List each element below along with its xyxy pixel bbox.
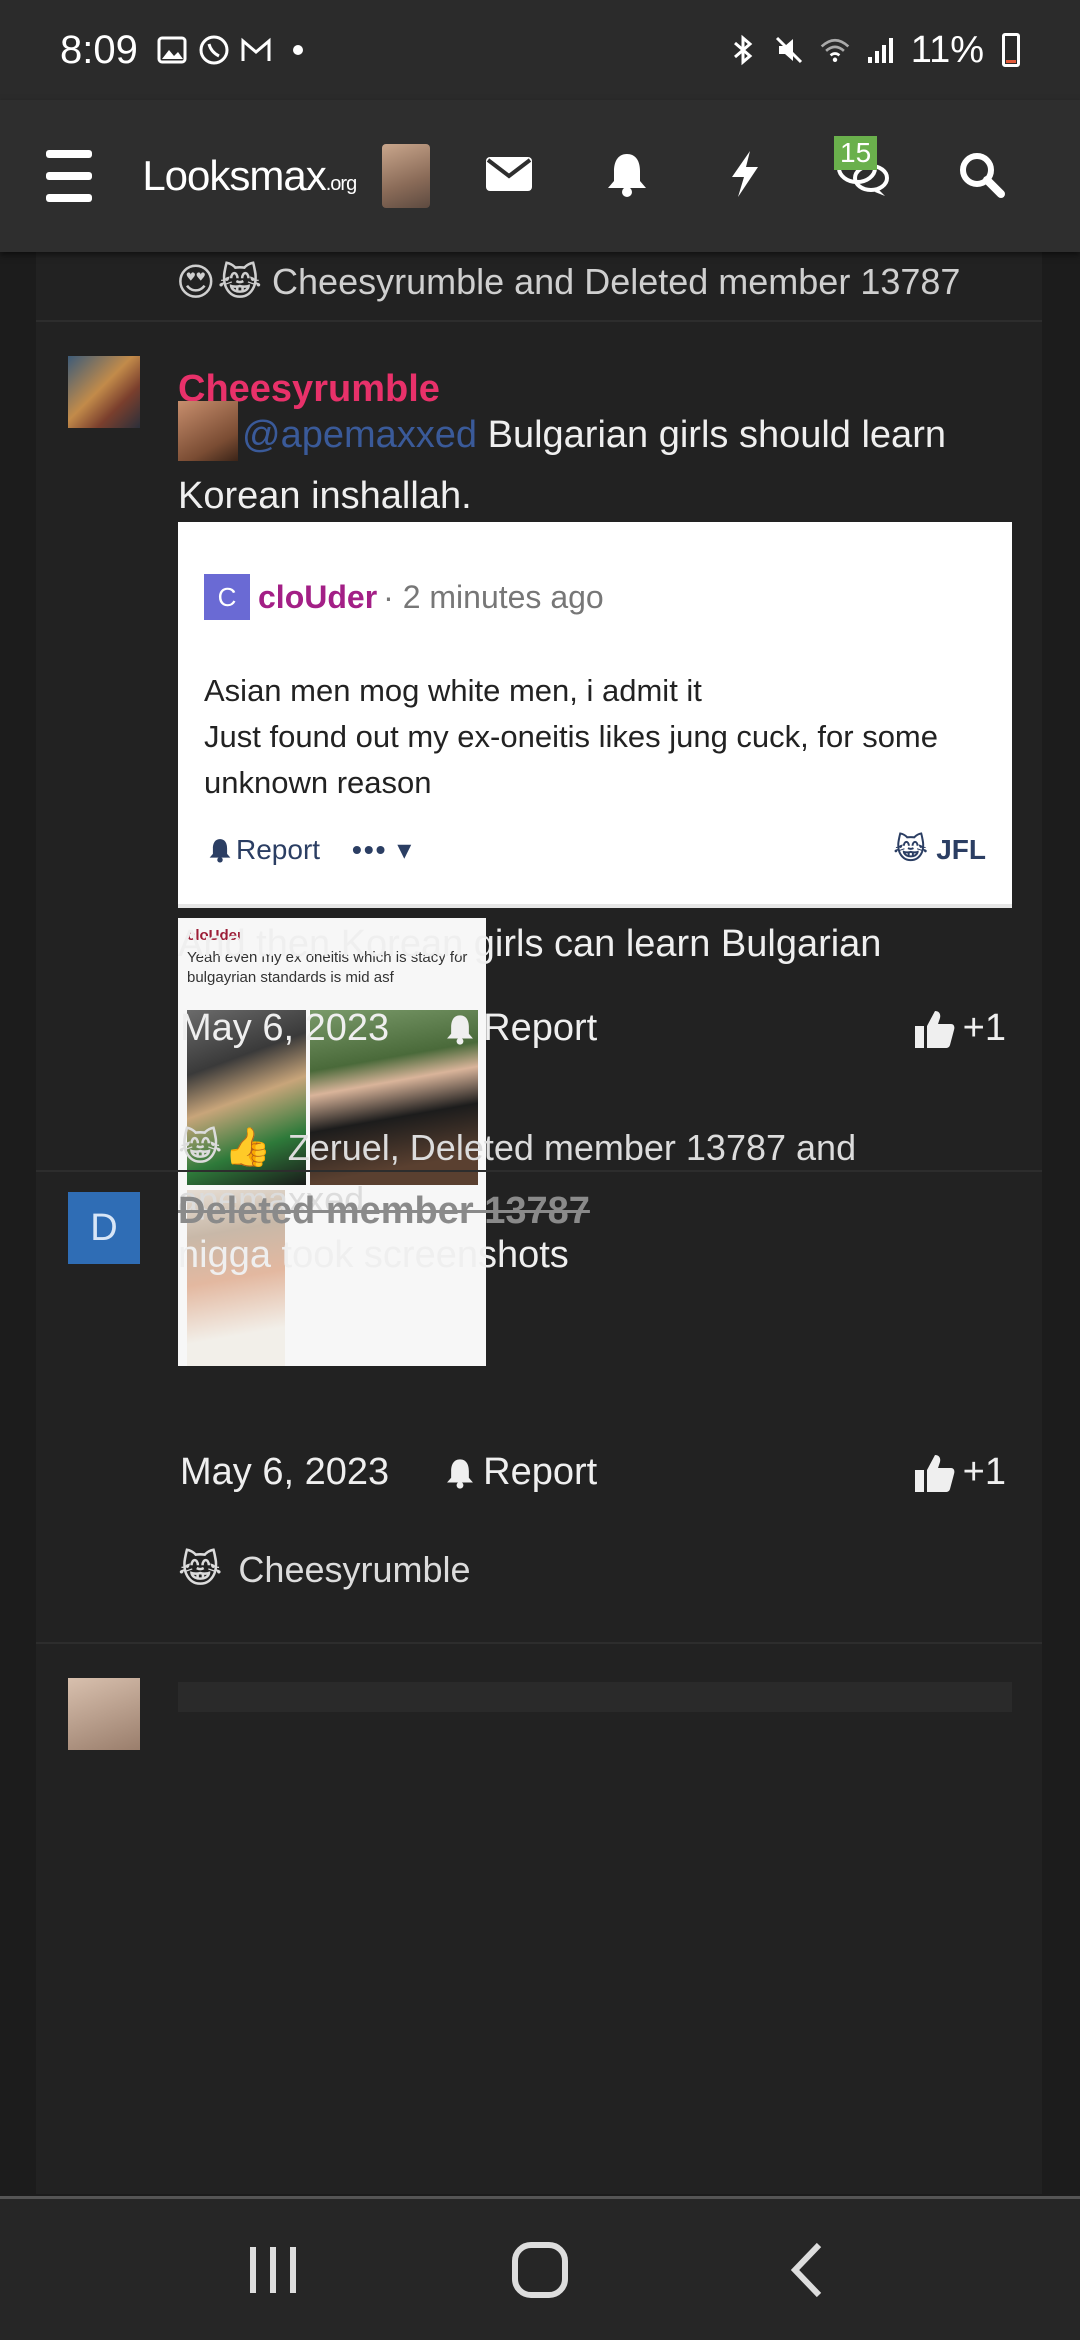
bell-icon [447,1014,474,1045]
next-post-quote [178,1682,1012,1712]
home-button[interactable] [480,2220,600,2320]
search-icon [957,150,1005,203]
site-logo[interactable]: Looksmax.org [142,152,357,200]
avatar[interactable] [68,1678,140,1750]
app-header: Looksmax.org 15 [0,100,1080,252]
like-button[interactable]: +1 [913,1451,1006,1494]
embed-avatar[interactable]: C [204,574,250,620]
notification-dot-icon [282,34,314,66]
avatar[interactable]: D [68,1192,140,1264]
inbox-button[interactable] [450,126,568,226]
post-reactions[interactable]: 😹 Cheesyrumble [178,1544,1042,1596]
system-nav-bar [0,2196,1080,2340]
embed-username[interactable]: cloUder [258,579,377,616]
post-date[interactable]: May 6, 2023 [180,1007,389,1050]
recent-apps-icon [250,2246,297,2293]
phone-chat-icon [198,34,230,66]
conversations-badge: 15 [834,136,878,170]
post-message: nigga took screenshots [178,1234,569,1276]
whats-new-button[interactable] [686,126,804,226]
bell-icon [209,838,231,863]
hamburger-menu-icon[interactable] [46,150,93,202]
report-link[interactable]: Report [445,1007,597,1050]
search-button[interactable] [922,126,1040,226]
recent-apps-button[interactable] [213,2220,333,2320]
bell-icon [605,151,649,202]
thumbs-up-icon [914,1010,955,1048]
post-meta: May 6, 2023 Report +1 [180,1007,1006,1050]
crying-laughing-emoji-icon: 😹 [178,1549,223,1591]
bluetooth-icon [727,34,759,66]
conversations-button[interactable]: 15 [804,126,922,226]
post-meta: May 6, 2023 Report +1 [180,1451,1006,1494]
battery-icon [1002,33,1020,67]
alerts-button[interactable] [568,126,686,226]
mute-icon [773,34,805,66]
thread-content: 😍 😹 Cheesyrumble and Deleted member 1378… [36,252,1042,2194]
embed-more-menu[interactable]: ••• ▾ [352,833,413,866]
crying-laughing-emoji-icon: 😹 [217,261,263,304]
back-button[interactable] [747,2220,867,2320]
like-button[interactable]: +1 [913,1007,1006,1050]
bell-icon [447,1458,474,1489]
back-chevron-icon [790,2242,821,2297]
home-icon [511,2241,568,2298]
gallery-icon [156,34,188,66]
avatar[interactable] [68,356,140,428]
embed-reaction[interactable]: 😹 JFL [893,832,986,867]
user-avatar[interactable] [382,144,430,208]
battery-percent: 11% [910,28,984,71]
post-message-continued: And then Korean girls can learn Bulgaria… [178,923,882,965]
post-date[interactable]: May 6, 2023 [180,1451,389,1494]
status-bar: 8:09 11% [0,0,1080,100]
bolt-icon [728,149,762,204]
crying-laughing-emoji-icon: 😹 [178,1127,223,1169]
embed-text: Asian men mog white men, i admit it Just… [204,673,938,800]
embed-report-link[interactable]: Report [208,834,320,866]
signal-icon [865,34,897,66]
report-link[interactable]: Report [445,1451,597,1494]
caret-down-icon: ▾ [397,834,414,865]
prev-reactions-text: Cheesyrumble and Deleted member 13787 [272,261,961,302]
mail-m-icon [240,34,272,66]
heart-eyes-emoji-icon: 😍 [176,261,216,304]
mention-avatar [178,400,238,461]
wifi-icon [819,34,851,66]
embed-time: · 2 minutes ago [383,578,604,615]
post-message: @apemaxxed Bulgarian girls should learn … [178,400,1012,525]
status-time: 8:09 [60,27,138,72]
envelope-icon [485,156,533,197]
embedded-post[interactable]: C cloUder · 2 minutes ago Asian men mog … [178,522,1012,908]
thumbs-up-emoji-icon: 👍 [224,1127,272,1169]
prev-post-reactions[interactable]: 😍 😹 Cheesyrumble and Deleted member 1378… [176,252,960,312]
thumbs-up-icon [914,1454,955,1492]
crying-laughing-emoji-icon: 😹 [893,833,929,866]
mention-link[interactable]: @apemaxxed [242,414,477,456]
